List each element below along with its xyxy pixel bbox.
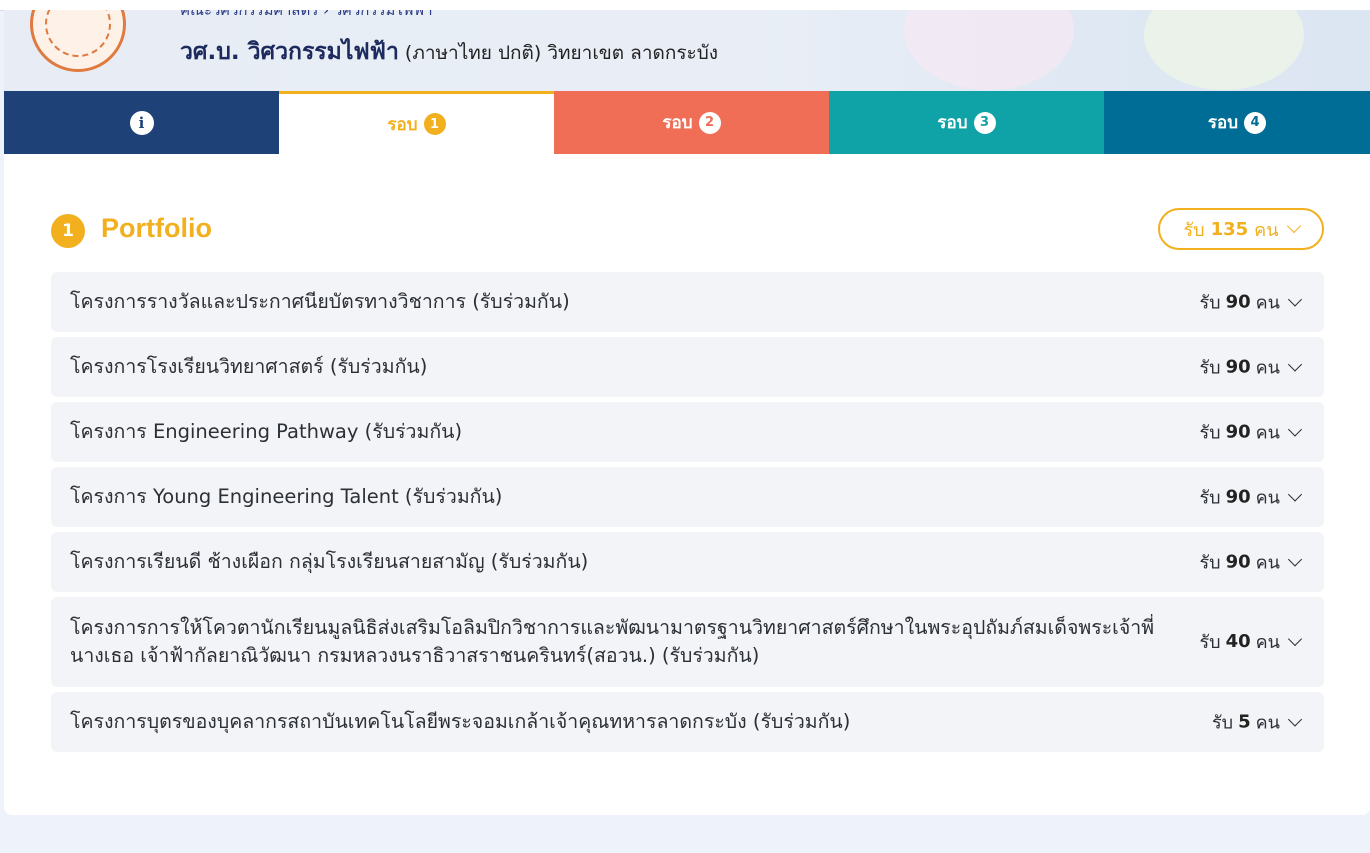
quota-suffix: คน: [1255, 357, 1280, 379]
quota-prefix: รับ: [1199, 357, 1221, 379]
quota-suffix: คน: [1255, 552, 1280, 574]
tab-round-1[interactable]: รอบ 1: [279, 91, 554, 154]
section-title: Portfolio: [101, 213, 212, 243]
project-row[interactable]: โครงการ Engineering Pathway (รับร่วมกัน)…: [51, 402, 1324, 462]
quota-prefix: รับ: [1199, 552, 1221, 574]
program-header: คณะวิศวกรรมศาสตร์ › วิศวกรรมไฟฟ้า วศ.บ. …: [4, 10, 1370, 91]
university-logo: [30, 10, 126, 72]
quota-prefix: รับ: [1199, 487, 1221, 509]
round-tabs: i รอบ 1 รอบ 2 รอบ 3 รอบ 4: [4, 91, 1370, 154]
project-list: โครงการรางวัลและประกาศนียบัตรทางวิชาการ …: [51, 272, 1324, 757]
quota-suffix: คน: [1255, 712, 1280, 734]
tab-number-badge: 1: [423, 113, 446, 135]
project-name: โครงการโรงเรียนวิทยาศาสตร์ (รับร่วมกัน): [70, 355, 428, 378]
project-quota: รับ 90 คน: [1199, 418, 1303, 447]
project-quota: รับ 5 คน: [1212, 708, 1303, 737]
section-number-badge: 1: [51, 214, 85, 248]
project-row[interactable]: โครงการรางวัลและประกาศนียบัตรทางวิชาการ …: [51, 272, 1324, 332]
chevron-down-icon: [1287, 356, 1303, 372]
accept-suffix: คน: [1254, 219, 1279, 241]
tab-label: รอบ: [662, 113, 693, 133]
quota-count: 90: [1225, 551, 1251, 573]
project-quota: รับ 90 คน: [1199, 548, 1303, 577]
chevron-down-icon: [1287, 486, 1303, 502]
project-quota: รับ 90 คน: [1199, 288, 1303, 317]
quota-count: 90: [1225, 291, 1251, 313]
project-row[interactable]: โครงการ Young Engineering Talent (รับร่ว…: [51, 467, 1324, 527]
project-name: โครงการบุตรของบุคลากรสถาบันเทคโนโลยีพระจ…: [70, 710, 851, 733]
quota-prefix: รับ: [1199, 422, 1221, 444]
quota-count: 40: [1225, 631, 1251, 652]
tab-label: รอบ: [1207, 113, 1239, 133]
tab-info[interactable]: i: [4, 91, 279, 154]
chevron-down-icon: [1287, 421, 1303, 437]
decor-blob: [904, 10, 1074, 90]
program-title: วศ.บ. วิศวกรรมไฟฟ้า (ภาษาไทย ปกติ) วิทยา…: [180, 34, 718, 70]
project-row[interactable]: โครงการบุตรของบุคลากรสถาบันเทคโนโลยีพระจ…: [51, 692, 1324, 752]
project-row[interactable]: โครงการการให้โควตานักเรียนมูลนิธิส่งเสริ…: [51, 597, 1324, 687]
quota-prefix: รับ: [1212, 712, 1234, 734]
chevron-down-icon: [1287, 711, 1303, 727]
tab-label: รอบ: [387, 114, 418, 135]
tab-number-badge: 4: [1244, 111, 1267, 134]
quota-count: 5: [1238, 711, 1251, 733]
quota-suffix: คน: [1255, 422, 1280, 444]
project-quota: รับ 40 คน: [1199, 627, 1303, 656]
project-row[interactable]: โครงการโรงเรียนวิทยาศาสตร์ (รับร่วมกัน) …: [51, 337, 1324, 397]
project-quota: รับ 90 คน: [1199, 483, 1303, 512]
project-name: โครงการการให้โควตานักเรียนมูลนิธิส่งเสริ…: [70, 616, 1155, 667]
project-name: โครงการเรียนดี ช้างเผือก กลุ่มโรงเรียนสา…: [70, 550, 589, 573]
quota-count: 90: [1225, 356, 1251, 378]
program-detail: (ภาษาไทย ปกติ) วิทยาเขต ลาดกระบัง: [398, 42, 719, 64]
decor-blob: [1144, 10, 1304, 90]
breadcrumb[interactable]: คณะวิศวกรรมศาสตร์ › วิศวกรรมไฟฟ้า: [180, 10, 433, 22]
project-quota: รับ 90 คน: [1199, 353, 1303, 382]
tab-round-4[interactable]: รอบ 4: [1104, 91, 1370, 154]
accept-count: 135: [1210, 218, 1249, 240]
tab-number-badge: 2: [698, 111, 721, 134]
accept-prefix: รับ: [1183, 219, 1205, 241]
quota-suffix: คน: [1255, 632, 1280, 653]
quota-count: 90: [1225, 486, 1251, 508]
tab-number-badge: 3: [973, 111, 996, 134]
project-name: โครงการ Young Engineering Talent (รับร่ว…: [70, 485, 503, 508]
tab-round-3[interactable]: รอบ 3: [829, 91, 1104, 154]
chevron-down-icon: [1287, 551, 1303, 567]
tab-round-2[interactable]: รอบ 2: [554, 91, 829, 154]
chevron-down-icon: [1287, 631, 1303, 646]
section-accept-toggle[interactable]: รับ 135 คน: [1158, 208, 1324, 250]
quota-prefix: รับ: [1199, 632, 1221, 653]
info-icon: i: [129, 110, 154, 135]
logo-ring: [45, 10, 111, 57]
quota-prefix: รับ: [1199, 292, 1221, 314]
project-row[interactable]: โครงการเรียนดี ช้างเผือก กลุ่มโรงเรียนสา…: [51, 532, 1324, 592]
quota-suffix: คน: [1255, 292, 1280, 314]
project-name: โครงการรางวัลและประกาศนียบัตรทางวิชาการ …: [70, 290, 570, 313]
program-degree: วศ.บ. วิศวกรรมไฟฟ้า: [180, 39, 399, 65]
chevron-down-icon: [1287, 291, 1303, 307]
quota-suffix: คน: [1255, 487, 1280, 509]
portfolio-section-header: 1 Portfolio รับ 135 คน: [51, 208, 1324, 254]
tab-label: รอบ: [937, 113, 968, 133]
chevron-down-icon: [1286, 218, 1301, 234]
quota-count: 90: [1225, 421, 1251, 443]
project-name: โครงการ Engineering Pathway (รับร่วมกัน): [70, 420, 463, 443]
